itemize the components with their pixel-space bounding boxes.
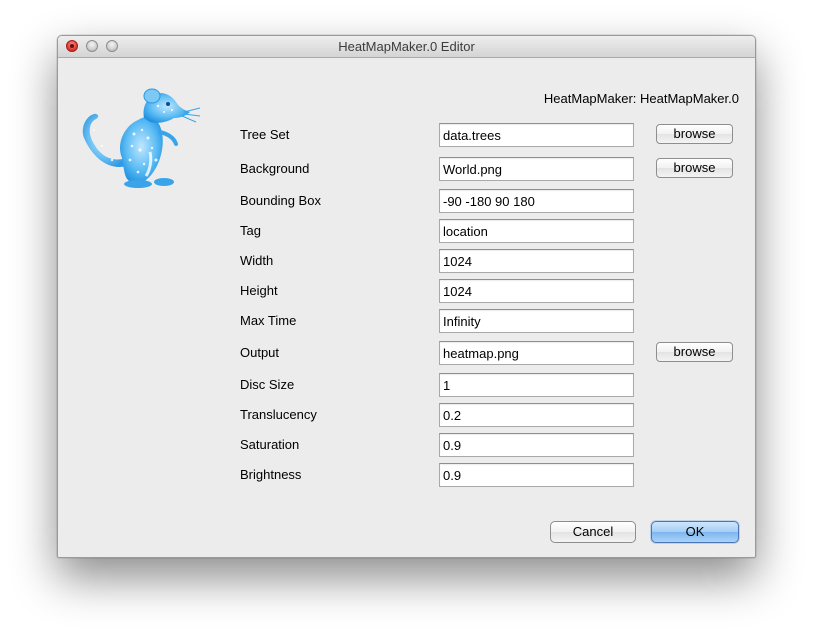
translucency-input[interactable] [439,403,634,427]
background-browse-button[interactable]: browse [656,158,733,178]
background-label: Background [240,161,310,176]
disc-size-input[interactable] [439,373,634,397]
output-browse-button[interactable]: browse [656,342,733,362]
bounding-box-input[interactable] [439,189,634,213]
window-title: HeatMapMaker.0 Editor [338,39,475,54]
beast-mouse-logo-icon [72,86,202,196]
max-time-label: Max Time [240,313,297,328]
tag-label: Tag [240,223,261,238]
editor-window: HeatMapMaker.0 Editor HeatMapMaker: Heat… [57,35,756,558]
height-label: Height [240,283,278,298]
width-input[interactable] [439,249,634,273]
tree-set-label: Tree Set [240,127,290,142]
bounding-box-label: Bounding Box [240,193,321,208]
translucency-label: Translucency [240,407,317,422]
max-time-input[interactable] [439,309,634,333]
header-label: HeatMapMaker: HeatMapMaker.0 [543,91,739,106]
output-label: Output [240,345,280,360]
tag-input[interactable] [439,219,634,243]
title-bar[interactable]: HeatMapMaker.0 Editor [58,36,755,58]
tree-set-input[interactable] [439,123,634,147]
saturation-input[interactable] [439,433,634,457]
background-input[interactable] [439,157,634,181]
brightness-label: Brightness [240,467,302,482]
output-input[interactable] [439,341,634,365]
ok-button[interactable]: OK [651,521,739,543]
brightness-input[interactable] [439,463,634,487]
width-label: Width [240,253,274,268]
saturation-label: Saturation [240,437,300,452]
tree-set-browse-button[interactable]: browse [656,124,733,144]
height-input[interactable] [439,279,634,303]
disc-size-label: Disc Size [240,377,295,392]
cancel-button[interactable]: Cancel [550,521,636,543]
